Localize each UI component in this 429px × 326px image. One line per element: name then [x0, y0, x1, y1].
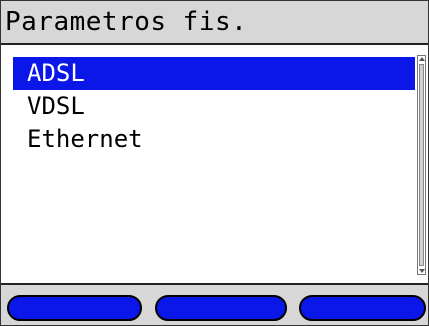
- scroll-down-icon[interactable]: [419, 269, 425, 273]
- list-item-vdsl[interactable]: VDSL: [13, 90, 415, 123]
- title-bar: Parametros fis.: [1, 1, 428, 45]
- device-screen: Parametros fis. ADSL VDSL Ethernet: [0, 0, 429, 326]
- softkey-bar: [1, 285, 428, 325]
- scroll-up-icon[interactable]: [419, 57, 425, 61]
- scrollbar[interactable]: [417, 55, 426, 275]
- list-item-adsl[interactable]: ADSL: [13, 57, 415, 90]
- scroll-thumb[interactable]: [419, 64, 424, 266]
- softkey-left[interactable]: [7, 295, 142, 321]
- menu-list: ADSL VDSL Ethernet: [1, 45, 428, 285]
- list-item-ethernet[interactable]: Ethernet: [13, 123, 415, 156]
- softkey-middle[interactable]: [155, 295, 287, 321]
- softkey-right[interactable]: [299, 295, 426, 321]
- page-title: Parametros fis.: [5, 7, 248, 37]
